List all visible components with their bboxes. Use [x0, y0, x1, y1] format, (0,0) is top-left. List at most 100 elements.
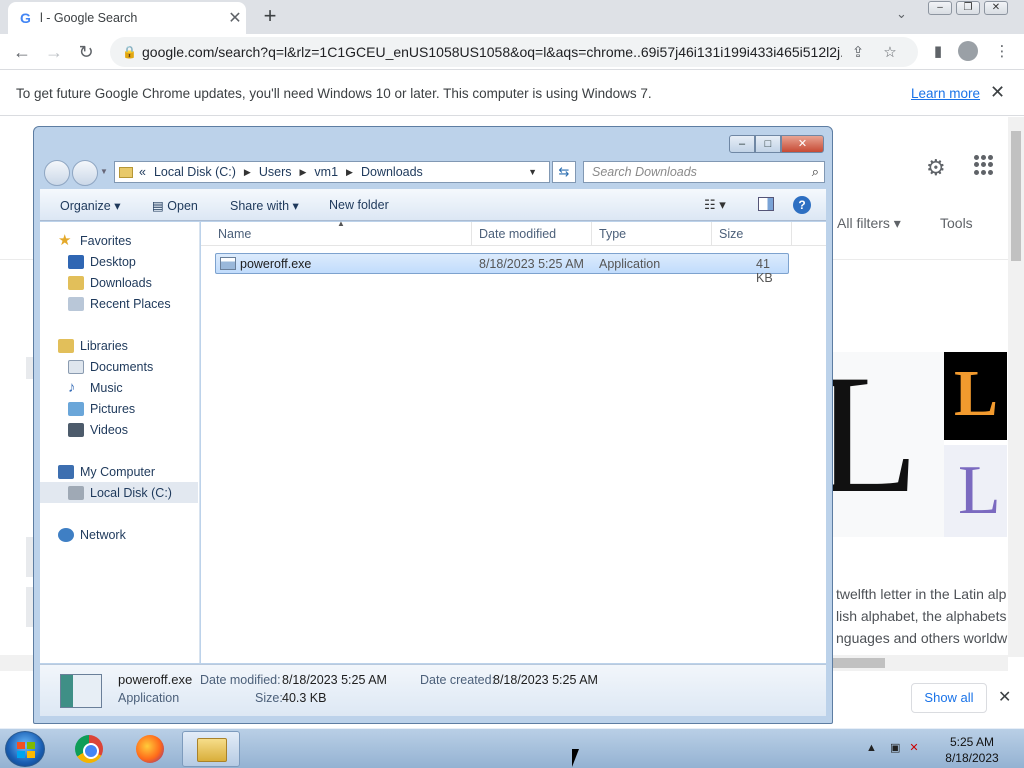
address-overflow[interactable]: «: [139, 165, 146, 179]
crumb-local-disk[interactable]: Local Disk (C:): [154, 165, 236, 179]
downloads-folder-icon: [68, 275, 84, 290]
lock-icon[interactable]: 🔒: [122, 45, 142, 59]
column-divider[interactable]: [791, 222, 792, 246]
back-button[interactable]: [44, 160, 70, 186]
explorer-address-bar[interactable]: « Local Disk (C:) ▶ Users ▶ vm1 ▶ Downlo…: [114, 161, 550, 183]
forward-arrow-icon[interactable]: →: [42, 40, 66, 64]
navigation-pane: ★ Favorites Desktop Downloads Recent Pla…: [40, 222, 200, 663]
crumb-separator-icon[interactable]: ▶: [346, 167, 353, 178]
tab-close-icon[interactable]: ✕: [224, 8, 246, 28]
taskbar-chrome[interactable]: [60, 731, 118, 767]
preview-pane-icon[interactable]: [758, 197, 774, 211]
details-date-modified-label: Date modified:: [200, 673, 281, 687]
ornate-letter-glyph: L: [958, 452, 1001, 529]
history-dropdown-icon[interactable]: ▼: [100, 167, 108, 176]
crumb-users[interactable]: Users: [259, 165, 292, 179]
nav-label: Videos: [90, 422, 128, 437]
change-view-icon[interactable]: ☷ ▾: [704, 197, 726, 213]
download-bar-close-icon[interactable]: ✕: [998, 687, 1011, 707]
tab-title: l - Google Search: [40, 11, 138, 25]
forward-button[interactable]: [72, 160, 98, 186]
restore-button[interactable]: ❐: [956, 1, 980, 15]
file-row[interactable]: poweroff.exe 8/18/2023 5:25 AM Applicati…: [215, 253, 789, 285]
crumb-downloads[interactable]: Downloads: [361, 165, 423, 179]
address-dropdown-icon[interactable]: ▼: [528, 167, 537, 177]
settings-gear-icon[interactable]: ⚙: [926, 155, 946, 181]
nav-network[interactable]: Network: [58, 524, 216, 545]
vertical-scrollbar[interactable]: [1008, 117, 1024, 657]
column-divider[interactable]: [711, 222, 712, 246]
description-line: nguages and others worldwi: [836, 630, 1011, 646]
explorer-window-controls: – □ ✕: [729, 135, 824, 153]
share-with-label: Share with: [230, 199, 290, 213]
explorer-minimize-button[interactable]: –: [729, 135, 755, 153]
help-icon[interactable]: ?: [793, 196, 811, 214]
show-hidden-icons-icon[interactable]: ▲: [866, 742, 877, 754]
side-panel-icon[interactable]: ▮: [927, 42, 949, 64]
taskbar-explorer[interactable]: [182, 731, 240, 767]
reload-icon[interactable]: ↻: [74, 40, 98, 64]
organize-label: Organize: [60, 199, 111, 213]
all-filters-button[interactable]: All filters ▾: [837, 215, 901, 232]
refresh-icon[interactable]: ⇆: [552, 161, 576, 183]
crumb-separator-icon[interactable]: ▶: [244, 167, 251, 178]
window-controls: – ❐ ✕: [928, 1, 1012, 15]
nav-local-disk[interactable]: Local Disk (C:): [40, 482, 198, 503]
nav-my-computer[interactable]: My Computer: [58, 461, 216, 482]
search-downloads-input[interactable]: Search Downloads ⌕: [583, 161, 825, 183]
nav-favorites[interactable]: ★ Favorites: [58, 230, 216, 251]
tab-search-chevron-icon[interactable]: ⌄: [896, 6, 907, 22]
address-bar[interactable]: 🔒 google.com/search?q=l&rlz=1C1GCEU_enUS…: [110, 37, 918, 67]
back-arrow-icon[interactable]: ←: [10, 40, 34, 64]
column-divider[interactable]: [591, 222, 592, 246]
open-button[interactable]: ▤ Open: [152, 198, 198, 213]
crumb-separator-icon[interactable]: ▶: [300, 167, 307, 178]
column-name[interactable]: Name: [218, 227, 251, 241]
details-file-name: poweroff.exe: [118, 672, 193, 687]
folder-icon: [119, 166, 133, 178]
firefox-icon: [136, 735, 164, 763]
volume-muted-icon[interactable]: ✕: [909, 742, 918, 754]
description-line: twelfth letter in the Latin alp: [836, 586, 1007, 602]
close-window-button[interactable]: ✕: [984, 1, 1008, 15]
apps-grid-icon[interactable]: [974, 155, 994, 175]
start-button[interactable]: [5, 731, 45, 767]
taskbar-firefox[interactable]: [121, 731, 179, 767]
mouse-cursor-icon: [572, 749, 579, 767]
crumb-vm1[interactable]: vm1: [314, 165, 338, 179]
new-folder-button[interactable]: New folder: [329, 198, 389, 212]
details-size-label: Size:: [255, 691, 283, 705]
tools-button[interactable]: Tools: [940, 215, 973, 231]
bookmark-star-icon[interactable]: ☆: [874, 43, 906, 61]
clock[interactable]: 5:25 AM 8/18/2023: [930, 734, 1014, 766]
share-icon[interactable]: ⇪: [842, 43, 874, 61]
browser-tab[interactable]: G l - Google Search ✕: [8, 2, 246, 34]
share-with-button[interactable]: Share with ▾: [230, 198, 299, 213]
file-size: 41 KB: [756, 257, 773, 285]
fire-letter-image[interactable]: L: [944, 352, 1007, 440]
explorer-close-button[interactable]: ✕: [781, 135, 824, 153]
organize-button[interactable]: Organize ▾: [60, 198, 120, 213]
file-name: poweroff.exe: [240, 257, 312, 271]
libraries-icon: [58, 338, 74, 353]
network-tray-icon[interactable]: ▣: [890, 742, 900, 754]
explorer-maximize-button[interactable]: □: [755, 135, 781, 153]
infobar-close-icon[interactable]: ✕: [990, 82, 1005, 103]
column-type[interactable]: Type: [599, 227, 626, 241]
new-tab-button[interactable]: +: [258, 4, 282, 28]
nav-libraries[interactable]: Libraries: [58, 335, 216, 356]
minimize-button[interactable]: –: [928, 1, 952, 15]
details-date-created-label: Date created:: [420, 673, 496, 687]
url-text[interactable]: google.com/search?q=l&rlz=1C1GCEU_enUS10…: [142, 44, 842, 60]
ornate-letter-image[interactable]: L: [944, 445, 1007, 537]
profile-avatar[interactable]: [958, 41, 980, 63]
scrollbar-thumb[interactable]: [1011, 131, 1021, 261]
column-date-modified[interactable]: Date modified: [479, 227, 556, 241]
menu-kebab-icon[interactable]: ⋮: [991, 42, 1013, 64]
show-all-downloads-button[interactable]: Show all: [911, 683, 987, 713]
nav-label: Favorites: [80, 233, 132, 248]
column-size[interactable]: Size: [719, 227, 743, 241]
column-divider[interactable]: [471, 222, 472, 246]
learn-more-link[interactable]: Learn more: [911, 86, 980, 101]
search-icon[interactable]: ⌕: [812, 164, 819, 180]
